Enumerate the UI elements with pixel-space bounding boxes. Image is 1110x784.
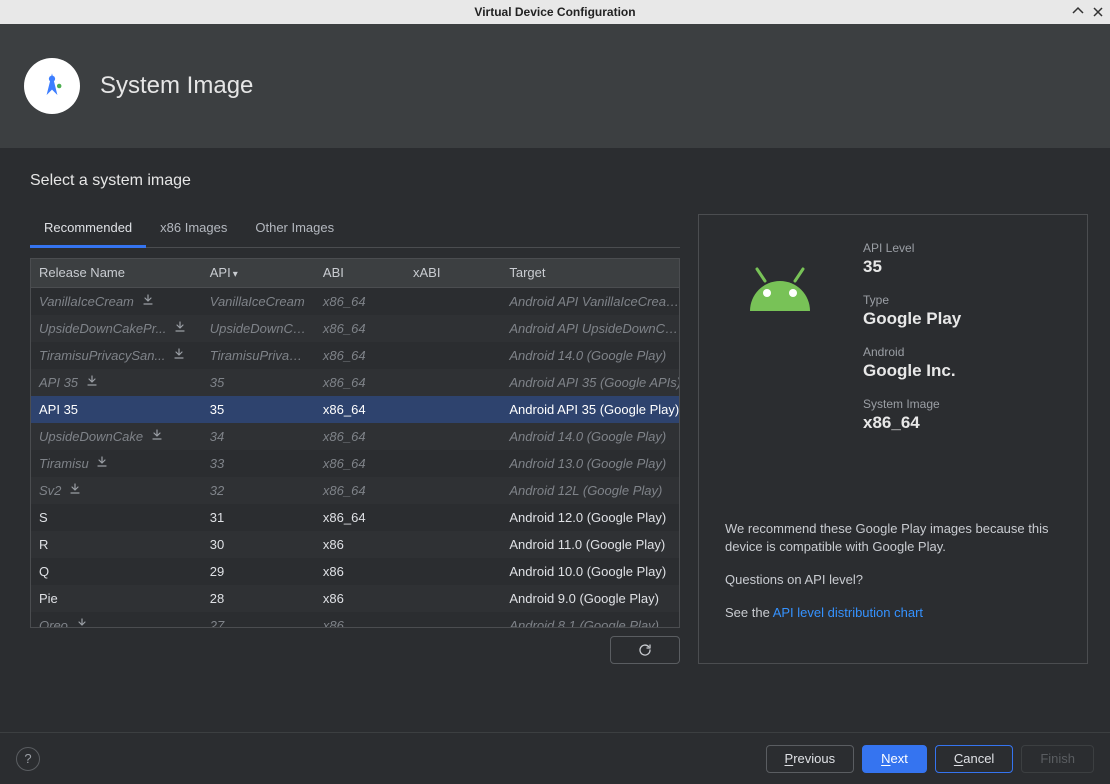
download-icon[interactable]	[151, 429, 163, 444]
table-row[interactable]: Q29x86Android 10.0 (Google Play)	[31, 558, 679, 585]
tabs: Recommendedx86 ImagesOther Images	[30, 214, 680, 248]
dialog-window: System Image Select a system image Recom…	[0, 24, 1110, 784]
table-row[interactable]: Pie28x86Android 9.0 (Google Play)	[31, 585, 679, 612]
type-label: Type	[863, 293, 1061, 307]
help-button[interactable]: ?	[16, 747, 40, 771]
table-row[interactable]: UpsideDownCake 34x86_64Android 14.0 (Goo…	[31, 423, 679, 450]
table-row[interactable]: TiramisuPrivacySan... TiramisuPrivacySan…	[31, 342, 679, 369]
col-api[interactable]: API▾	[202, 259, 315, 287]
system-image-value: x86_64	[863, 413, 1061, 433]
button-bar: ? Previous Next Cancel Finish	[0, 732, 1110, 784]
window-close-icon[interactable]	[1092, 6, 1104, 18]
android-logo-icon	[725, 241, 835, 449]
type-value: Google Play	[863, 309, 1061, 329]
details-panel: API Level 35 Type Google Play Android Go…	[698, 214, 1088, 664]
table-row[interactable]: R30x86Android 11.0 (Google Play)	[31, 531, 679, 558]
col-release[interactable]: Release Name	[31, 259, 202, 287]
api-level-value: 35	[863, 257, 1061, 277]
download-icon[interactable]	[69, 483, 81, 498]
download-icon[interactable]	[96, 456, 108, 471]
refresh-button[interactable]	[610, 636, 680, 664]
table-row[interactable]: Tiramisu 33x86_64Android 13.0 (Google Pl…	[31, 450, 679, 477]
table-row[interactable]: UpsideDownCakePr... UpsideDownCakex86_64…	[31, 315, 679, 342]
question-text: Questions on API level?	[725, 571, 1061, 590]
download-icon[interactable]	[173, 348, 185, 363]
api-chart-link[interactable]: API level distribution chart	[773, 605, 923, 620]
content-area: Select a system image Recommendedx86 Ima…	[0, 148, 1110, 732]
image-table: Release Name API▾ ABI xABI Target	[30, 258, 680, 628]
table-row[interactable]: VanillaIceCream VanillaIceCreamx86_64And…	[31, 288, 679, 315]
android-label: Android	[863, 345, 1061, 359]
page-banner: System Image	[0, 24, 1110, 148]
table-row[interactable]: API 35 35x86_64Android API 35 (Google AP…	[31, 369, 679, 396]
table-header-row: Release Name API▾ ABI xABI Target	[31, 259, 680, 287]
download-icon[interactable]	[86, 375, 98, 390]
refresh-icon	[637, 642, 653, 658]
cancel-button[interactable]: Cancel	[935, 745, 1013, 773]
tab-x86-images[interactable]: x86 Images	[146, 214, 241, 247]
page-title: System Image	[100, 72, 253, 100]
window-title: Virtual Device Configuration	[474, 5, 635, 19]
api-level-label: API Level	[863, 241, 1061, 255]
sort-desc-icon: ▾	[233, 269, 238, 280]
tab-recommended[interactable]: Recommended	[30, 214, 146, 248]
table-row[interactable]: API 3535x86_64Android API 35 (Google Pla…	[31, 396, 679, 423]
table-row[interactable]: Sv2 32x86_64Android 12L (Google Play)	[31, 477, 679, 504]
window-maximize-icon[interactable]	[1072, 6, 1084, 18]
col-xabi[interactable]: xABI	[405, 259, 501, 287]
system-image-label: System Image	[863, 397, 1061, 411]
android-studio-icon	[24, 58, 80, 114]
download-icon[interactable]	[76, 618, 88, 628]
download-icon[interactable]	[142, 294, 154, 309]
see-line: See the API level distribution chart	[725, 604, 1061, 623]
tab-other-images[interactable]: Other Images	[241, 214, 348, 247]
next-button[interactable]: Next	[862, 745, 927, 773]
download-icon[interactable]	[174, 321, 186, 336]
table-row[interactable]: S31x86_64Android 12.0 (Google Play)	[31, 504, 679, 531]
android-value: Google Inc.	[863, 361, 1061, 381]
col-target[interactable]: Target	[501, 259, 680, 287]
previous-button[interactable]: Previous	[766, 745, 855, 773]
finish-button: Finish	[1021, 745, 1094, 773]
table-row[interactable]: Oreo 27x86Android 8.1 (Google Play)	[31, 612, 679, 628]
col-abi[interactable]: ABI	[315, 259, 405, 287]
subtitle: Select a system image	[30, 172, 1088, 190]
window-titlebar: Virtual Device Configuration	[0, 0, 1110, 24]
recommend-text: We recommend these Google Play images be…	[725, 520, 1061, 558]
